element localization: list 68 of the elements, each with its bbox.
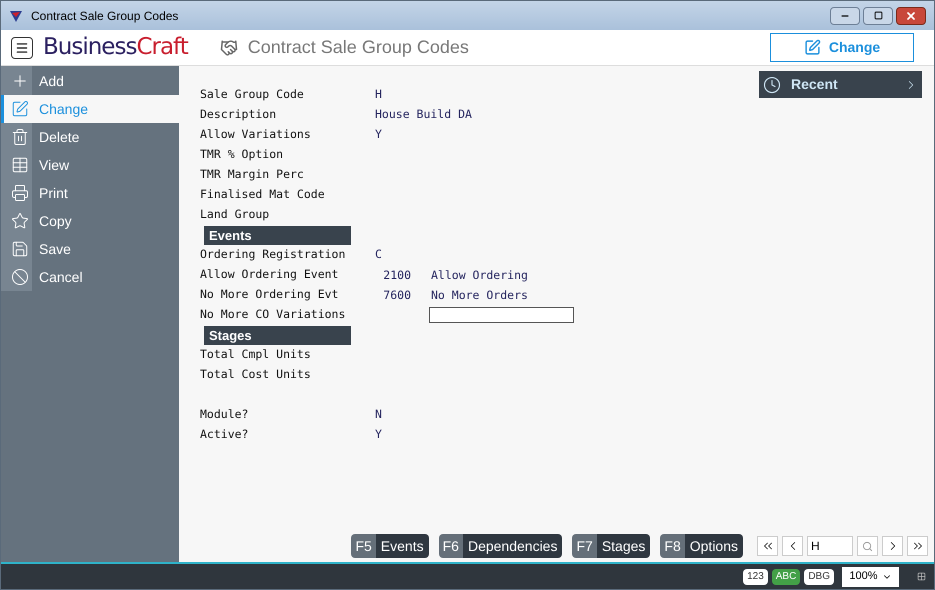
field-label: Allow Variations bbox=[200, 126, 312, 144]
field-label: Module? bbox=[200, 406, 250, 424]
section-header: Events bbox=[204, 226, 351, 244]
field-label: Allow Ordering Event bbox=[200, 266, 340, 284]
status-toggle[interactable]: 123 bbox=[743, 568, 768, 584]
first-button[interactable] bbox=[757, 536, 778, 556]
field-label: Active? bbox=[200, 426, 250, 444]
trash-icon bbox=[11, 128, 29, 146]
last-button[interactable] bbox=[907, 536, 928, 556]
field-label: Ordering Registration bbox=[200, 246, 346, 264]
sidebar-item[interactable]: Print bbox=[1, 179, 179, 207]
page-title: Contract Sale Group Codes bbox=[248, 36, 470, 59]
printer-icon bbox=[11, 184, 29, 202]
field-label: Finalised Mat Code bbox=[200, 186, 326, 204]
zoom-select[interactable]: 100% bbox=[842, 566, 899, 586]
field-value: No More Orders bbox=[431, 288, 528, 302]
close-button[interactable] bbox=[896, 6, 926, 24]
change-mode-button[interactable]: Change bbox=[770, 33, 914, 62]
field-label: Land Group bbox=[200, 206, 270, 224]
sidebar-item[interactable]: Save bbox=[1, 235, 179, 263]
field-value: H bbox=[375, 86, 382, 104]
field-value: C bbox=[375, 246, 382, 264]
field-value: Y bbox=[375, 126, 382, 144]
field-value: 7600 bbox=[383, 288, 411, 302]
grid-icon bbox=[917, 572, 926, 581]
section-header: Stages bbox=[204, 326, 351, 344]
field-value: 2100 bbox=[383, 268, 411, 282]
edit-icon bbox=[11, 100, 29, 118]
recent-panel[interactable]: Recent bbox=[759, 71, 922, 98]
star-icon bbox=[11, 212, 29, 230]
field-value: N bbox=[375, 406, 382, 424]
menu-button[interactable] bbox=[11, 36, 33, 58]
field-label: Description bbox=[200, 106, 278, 124]
field-label: Sale Group Code bbox=[200, 86, 305, 104]
search-icon bbox=[862, 540, 873, 552]
clock-icon bbox=[763, 76, 781, 94]
save-icon bbox=[11, 240, 29, 258]
field-value: Y bbox=[375, 426, 382, 444]
field-value: Allow Ordering bbox=[431, 268, 528, 282]
field-label: No More Ordering Evt bbox=[200, 286, 340, 304]
window-title: Contract Sale Group Codes bbox=[31, 8, 180, 24]
status-toggle[interactable]: ABC bbox=[772, 568, 800, 584]
app-logo-icon bbox=[9, 8, 23, 22]
sidebar-item[interactable]: Add bbox=[1, 67, 179, 95]
field-label: No More CO Variations bbox=[200, 306, 346, 324]
field-label: TMR % Option bbox=[200, 146, 284, 164]
field-label: Total Cmpl Units bbox=[200, 346, 312, 364]
handshake-icon bbox=[220, 38, 238, 56]
search-button[interactable] bbox=[857, 536, 878, 556]
edit-icon bbox=[804, 39, 821, 56]
field-label: TMR Margin Perc bbox=[200, 166, 305, 184]
record-field[interactable]: H bbox=[807, 536, 853, 556]
close-icon bbox=[905, 10, 917, 22]
maximize-icon bbox=[874, 11, 882, 20]
menu-icon bbox=[15, 40, 29, 54]
sidebar-item[interactable]: Delete bbox=[1, 123, 179, 151]
status-toggle[interactable]: DBG bbox=[804, 568, 834, 584]
sidebar-item[interactable]: Cancel bbox=[1, 263, 179, 291]
field-label: Total Cost Units bbox=[200, 366, 312, 384]
field-value: House Build DA bbox=[375, 106, 472, 124]
sidebar-item[interactable]: Change bbox=[1, 95, 179, 123]
sidebar-item[interactable]: Copy bbox=[1, 207, 179, 235]
brand-logo: BusinessCraft bbox=[43, 33, 188, 62]
prohibited-icon bbox=[11, 268, 29, 286]
input-field[interactable] bbox=[429, 307, 574, 323]
sidebar-item[interactable]: View bbox=[1, 151, 179, 179]
table-icon bbox=[11, 156, 29, 174]
maximize-button[interactable] bbox=[863, 6, 893, 24]
